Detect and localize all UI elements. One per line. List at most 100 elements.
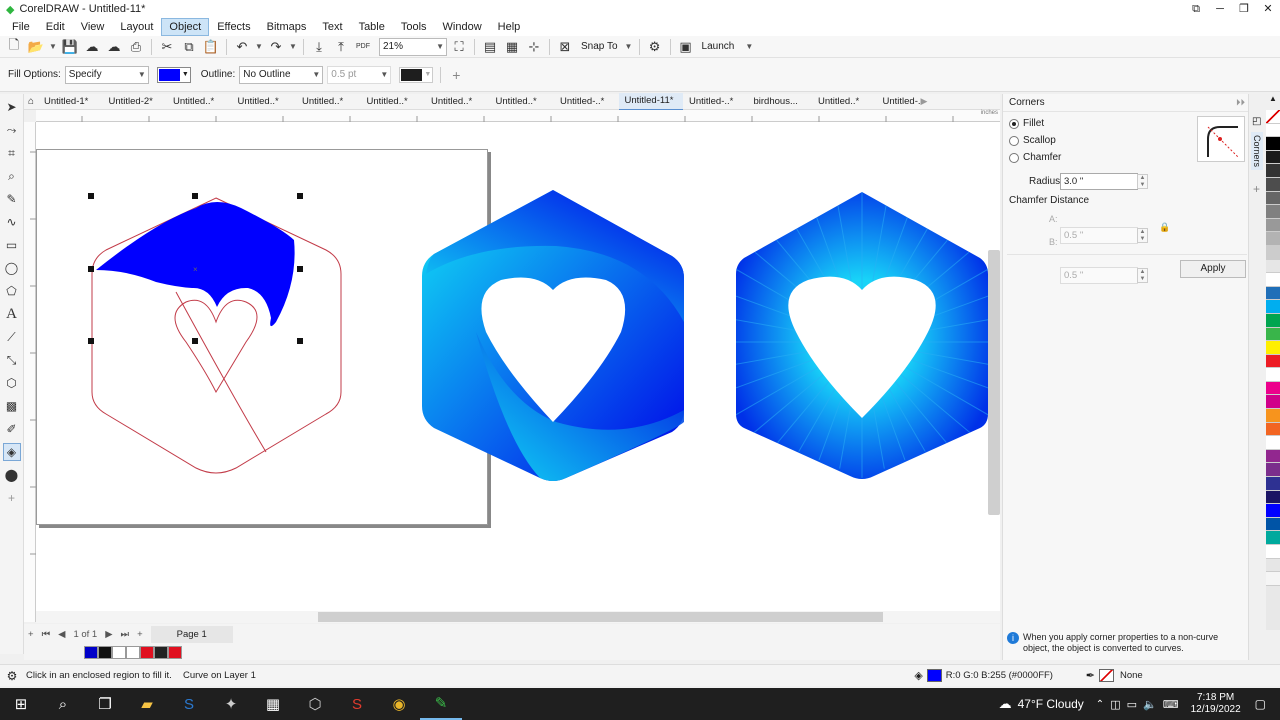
doc-tab[interactable]: Untitled..* — [232, 94, 297, 110]
windows-start-icon[interactable]: ⊞ — [0, 688, 42, 720]
fill-options-select[interactable]: Specify ▼ — [64, 65, 149, 84]
app-red-s-icon[interactable]: S — [336, 688, 378, 720]
crop-tool-icon[interactable]: ⌗ — [3, 144, 21, 162]
menu-text[interactable]: Text — [314, 18, 350, 36]
guidelines-icon[interactable]: ⊹ — [524, 37, 544, 57]
doc-tab[interactable]: Untitled-1* — [38, 94, 103, 110]
volume-icon[interactable]: 🔈 — [1143, 698, 1157, 711]
no-color-swatch[interactable] — [1266, 110, 1280, 124]
docker-icon-corners[interactable]: ◰ — [1252, 116, 1261, 127]
color-swatch[interactable] — [1266, 245, 1280, 260]
color-swatch[interactable] — [1266, 123, 1280, 138]
color-swatch[interactable] — [168, 645, 182, 659]
color-swatch[interactable] — [84, 645, 98, 659]
color-swatch[interactable] — [1266, 490, 1280, 505]
color-swatch[interactable] — [1266, 164, 1280, 178]
search-icon[interactable]: ⌕ — [42, 688, 84, 720]
app-shield-icon[interactable]: ⬡ — [294, 688, 336, 720]
docker-tab-corners[interactable]: Corners — [1251, 132, 1263, 171]
doc-tab[interactable]: Untitled-..* — [877, 94, 921, 110]
parallel-dimension-icon[interactable]: ⟋ — [3, 328, 21, 346]
doc-tab[interactable]: Untitled-..* — [683, 94, 748, 110]
zoom-level-combo[interactable]: 21% ▼ — [379, 37, 447, 56]
rulers-icon[interactable]: ▤ — [480, 37, 500, 57]
menu-bitmaps[interactable]: Bitmaps — [259, 18, 315, 36]
grid-icon[interactable]: ▦ — [502, 37, 522, 57]
menu-effects[interactable]: Effects — [209, 18, 258, 36]
color-swatch[interactable] — [1266, 177, 1280, 192]
color-swatch[interactable] — [1266, 368, 1280, 382]
color-swatch[interactable] — [1266, 572, 1280, 586]
snap-dropdown-icon[interactable]: ▼ — [624, 42, 634, 51]
ellipse-tool-icon[interactable]: ◯ — [3, 259, 21, 277]
color-swatch[interactable] — [1266, 313, 1280, 328]
menu-tools[interactable]: Tools — [393, 18, 435, 36]
menu-help[interactable]: Help — [490, 18, 529, 36]
undo-icon[interactable]: ↶ — [232, 37, 252, 57]
cloud-upload-icon[interactable]: ☁ — [104, 37, 124, 57]
add-docker-icon[interactable]: + — [1253, 182, 1260, 196]
status-gear-icon[interactable]: ⚙ — [0, 669, 24, 683]
snap-to-button[interactable]: Snap To — [581, 41, 618, 52]
color-swatch[interactable] — [1266, 259, 1280, 274]
full-screen-icon[interactable]: ⛶ — [449, 37, 469, 57]
color-swatch[interactable] — [1266, 341, 1280, 355]
radius-input[interactable]: 3.0 " ▲ ▼ — [1060, 173, 1148, 190]
publish-pdf-icon[interactable]: PDF — [353, 37, 373, 57]
last-page-icon[interactable]: ⏭ — [121, 629, 130, 640]
maximize-button[interactable]: ❐ — [1232, 0, 1256, 18]
menu-view[interactable]: View — [73, 18, 113, 36]
color-swatch[interactable] — [126, 645, 140, 659]
chamfer-radio[interactable] — [1009, 152, 1019, 163]
clock[interactable]: 7:18 PM 12/19/2022 — [1191, 692, 1241, 716]
smart-fill-tool-icon[interactable]: ◈ — [2, 443, 21, 461]
color-swatch[interactable] — [1266, 422, 1280, 437]
eyedropper-tool-icon[interactable]: ✐ — [3, 420, 21, 438]
vertical-ruler[interactable] — [24, 122, 36, 622]
menu-table[interactable]: Table — [351, 18, 393, 36]
color-swatch[interactable] — [112, 645, 126, 659]
outline-width-select[interactable]: 0.5 pt ▼ — [327, 65, 392, 84]
cloud-download-icon[interactable]: ☁ — [82, 37, 102, 57]
color-swatch[interactable] — [1266, 531, 1280, 545]
launch-dropdown-icon[interactable]: ▼ — [744, 42, 754, 51]
option-fillet[interactable]: Fillet — [1009, 115, 1061, 132]
option-chamfer[interactable]: Chamfer — [1009, 149, 1061, 166]
outline-none-indicator[interactable] — [1099, 669, 1114, 682]
doc-tab[interactable]: Untitled..* — [425, 94, 490, 110]
app-qr-icon[interactable]: ▦ — [252, 688, 294, 720]
color-swatch[interactable] — [1266, 205, 1280, 219]
apply-button[interactable]: Apply — [1180, 260, 1246, 278]
snap-to-icon[interactable]: ⊠ — [555, 37, 575, 57]
new-document-icon[interactable]: 🗋 — [4, 37, 24, 57]
close-button[interactable]: ✕ — [1256, 0, 1280, 18]
task-view-icon[interactable]: ❐ — [84, 688, 126, 720]
open-icon[interactable]: 📂 — [26, 37, 46, 57]
blend-tool-icon[interactable]: ⬡ — [3, 374, 21, 392]
menu-edit[interactable]: Edit — [38, 18, 73, 36]
doc-tab[interactable]: Untitled-2* — [103, 94, 168, 110]
vertical-scrollbar[interactable] — [988, 250, 1000, 515]
language-icon[interactable]: ⌨ — [1163, 698, 1179, 711]
color-swatch[interactable] — [1266, 436, 1280, 450]
scallop-radio[interactable] — [1009, 135, 1019, 146]
notifications-icon[interactable]: ▢ — [1255, 697, 1266, 711]
restore-dialog-icon[interactable]: ⧉ — [1184, 0, 1208, 18]
add-page-end-icon[interactable]: + — [137, 629, 143, 640]
color-swatch[interactable] — [1266, 150, 1280, 165]
option-scallop[interactable]: Scallop — [1009, 132, 1061, 149]
undo-dropdown-icon[interactable]: ▼ — [254, 42, 264, 51]
shape-tool-icon[interactable]: ⤳ — [3, 121, 21, 139]
polygon-tool-icon[interactable]: ⬠ — [3, 282, 21, 300]
horizontal-scrollbar[interactable] — [36, 611, 1000, 623]
color-swatch[interactable] — [154, 645, 168, 659]
doc-tab[interactable]: Untitled..* — [490, 94, 555, 110]
zoom-tool-icon[interactable]: ⌕ — [3, 167, 21, 185]
weather-text[interactable]: 47°F Cloudy — [1018, 697, 1084, 711]
hexagon-heart-logo-radial[interactable] — [662, 142, 1000, 542]
color-swatch[interactable] — [1266, 517, 1280, 532]
network-icon[interactable]: ▭ — [1127, 698, 1137, 711]
coreldraw-taskbar-icon[interactable]: ✎ — [420, 688, 462, 720]
color-swatch[interactable] — [1266, 504, 1280, 518]
interactive-fill-icon[interactable]: ⬤ — [3, 466, 21, 484]
